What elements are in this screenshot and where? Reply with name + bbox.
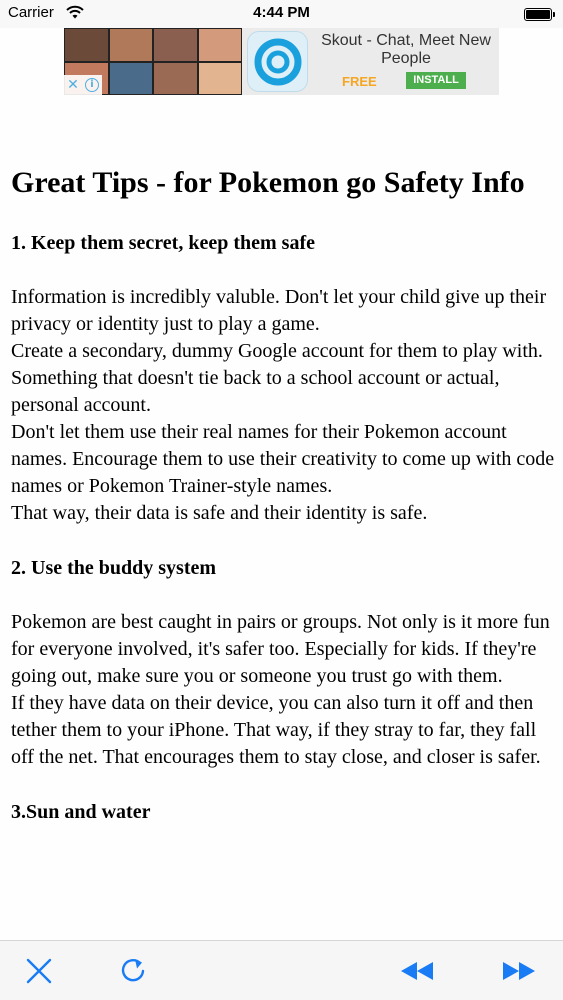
section-body: Pokemon are best caught in pairs or grou… bbox=[11, 609, 555, 771]
close-icon[interactable] bbox=[25, 957, 53, 985]
article-title: Great Tips - for Pokemon go Safety Info bbox=[11, 166, 525, 199]
ad-title: Skout - Chat, Meet New People bbox=[321, 32, 491, 67]
ad-install-button[interactable]: INSTALL bbox=[406, 72, 466, 89]
section-heading: 1. Keep them secret, keep them safe bbox=[11, 232, 315, 254]
refresh-icon[interactable] bbox=[119, 957, 147, 985]
rewind-icon[interactable] bbox=[400, 957, 434, 985]
ad-controls: ✕ i bbox=[64, 75, 102, 95]
ad-free-label: FREE bbox=[342, 74, 377, 89]
battery-icon bbox=[524, 8, 555, 21]
paragraph: Pokemon are best caught in pairs or grou… bbox=[11, 611, 550, 687]
paragraph: If they have data on their device, you c… bbox=[11, 692, 541, 768]
fast-forward-icon[interactable] bbox=[502, 957, 536, 985]
section-body: Information is incredibly valuble. Don't… bbox=[11, 284, 555, 527]
ad-info-icon[interactable]: i bbox=[84, 78, 99, 92]
section-heading: 3.Sun and water bbox=[11, 801, 151, 823]
status-bar: Carrier 4:44 PM bbox=[0, 0, 563, 28]
article: Great Tips - for Pokemon go Safety Info … bbox=[11, 164, 555, 825]
paragraph: Create a secondary, dummy Google account… bbox=[11, 340, 543, 416]
paragraph: Don't let them use their real names for … bbox=[11, 421, 555, 497]
clock: 4:44 PM bbox=[253, 4, 310, 21]
ad-close-icon[interactable]: ✕ bbox=[67, 77, 79, 93]
paragraph: Information is incredibly valuble. Don't… bbox=[11, 286, 547, 335]
bottom-toolbar bbox=[0, 940, 563, 1000]
ad-app-icon bbox=[247, 31, 308, 92]
paragraph: That way, their data is safe and their i… bbox=[11, 502, 428, 524]
ad-banner[interactable]: ✕ i Skout - Chat, Meet New People FREE I… bbox=[64, 28, 499, 95]
section-heading: 2. Use the buddy system bbox=[11, 557, 217, 579]
